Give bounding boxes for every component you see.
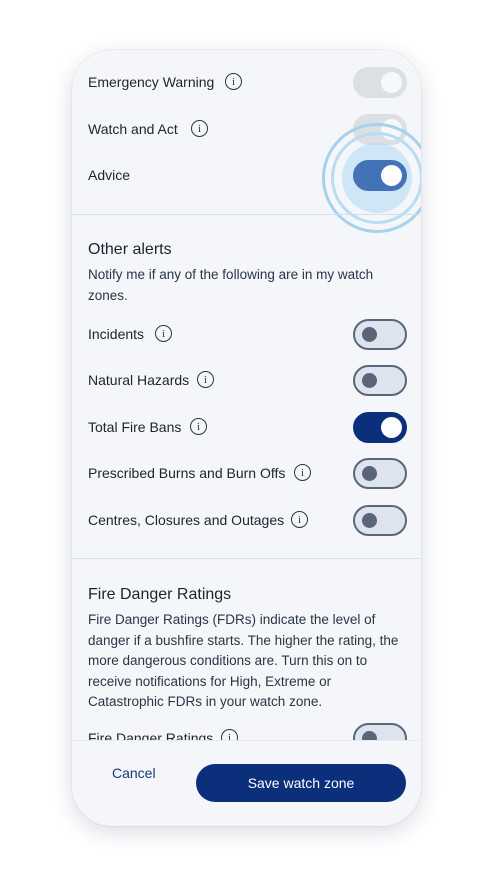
settings-scroll-area[interactable]: Emergency Warning i Watch and Act i Advi… xyxy=(72,50,421,740)
toggle-knob xyxy=(381,417,402,438)
toggle-row-incidents: Incidents i xyxy=(88,318,407,352)
info-icon[interactable]: i xyxy=(190,418,207,435)
toggle-label: Total Fire Bans xyxy=(88,419,182,435)
toggle-knob xyxy=(381,119,402,140)
incidents-toggle[interactable] xyxy=(353,319,407,350)
emergency-warning-toggle[interactable] xyxy=(353,67,407,98)
toggle-knob xyxy=(381,165,402,186)
toggle-row-watch-and-act: Watch and Act i xyxy=(88,113,407,147)
other-alerts-description: Notify me if any of the following are in… xyxy=(88,267,374,303)
toggle-knob xyxy=(362,466,377,481)
toggle-label: Natural Hazards xyxy=(88,372,190,388)
toggle-label: Incidents xyxy=(88,326,145,342)
info-icon[interactable]: i xyxy=(221,729,238,740)
toggle-label: Centres, Closures and Outages xyxy=(88,512,285,528)
toggle-label: Prescribed Burns and Burn Offs xyxy=(88,465,286,481)
toggle-label: Watch and Act xyxy=(88,121,178,137)
info-icon[interactable]: i xyxy=(191,120,208,137)
fire-danger-title: Fire Danger Ratings xyxy=(88,586,232,603)
action-footer: Cancel Save watch zone xyxy=(72,740,421,826)
toggle-row-fire-danger-ratings: Fire Danger Ratings i xyxy=(88,722,407,740)
section-divider xyxy=(72,214,421,215)
toggle-row-total-fire-bans: Total Fire Bans i xyxy=(88,411,407,445)
toggle-label: Emergency Warning xyxy=(88,74,215,90)
toggle-row-centres-closures: Centres, Closures and Outages i xyxy=(88,504,407,538)
toggle-knob xyxy=(362,731,377,740)
info-icon[interactable]: i xyxy=(197,371,214,388)
cancel-button[interactable]: Cancel xyxy=(112,765,156,781)
toggle-label: Fire Danger Ratings xyxy=(88,730,214,740)
toggle-knob xyxy=(362,373,377,388)
total-fire-bans-toggle[interactable] xyxy=(353,412,407,443)
natural-hazards-toggle[interactable] xyxy=(353,365,407,396)
toggle-row-natural-hazards: Natural Hazards i xyxy=(88,364,407,398)
toggle-row-prescribed-burns: Prescribed Burns and Burn Offs i xyxy=(88,457,407,491)
section-divider xyxy=(72,558,421,559)
phone-frame: Emergency Warning i Watch and Act i Advi… xyxy=(72,50,421,826)
info-icon[interactable]: i xyxy=(225,73,242,90)
toggle-row-emergency-warning: Emergency Warning i xyxy=(88,66,407,100)
toggle-knob xyxy=(381,72,402,93)
other-alerts-title: Other alerts xyxy=(88,241,172,258)
toggle-knob xyxy=(362,513,377,528)
watch-and-act-toggle[interactable] xyxy=(353,114,407,145)
advice-toggle[interactable] xyxy=(353,160,407,191)
toggle-label: Advice xyxy=(88,167,131,183)
info-icon[interactable]: i xyxy=(294,464,311,481)
fire-danger-ratings-toggle[interactable] xyxy=(353,723,407,740)
centres-closures-toggle[interactable] xyxy=(353,505,407,536)
info-icon[interactable]: i xyxy=(155,325,172,342)
toggle-row-advice: Advice xyxy=(88,159,407,193)
toggle-knob xyxy=(362,327,377,342)
fire-danger-description: Fire Danger Ratings (FDRs) indicate the … xyxy=(88,612,399,709)
save-watch-zone-button[interactable]: Save watch zone xyxy=(196,764,406,802)
info-icon[interactable]: i xyxy=(291,511,308,528)
prescribed-burns-toggle[interactable] xyxy=(353,458,407,489)
